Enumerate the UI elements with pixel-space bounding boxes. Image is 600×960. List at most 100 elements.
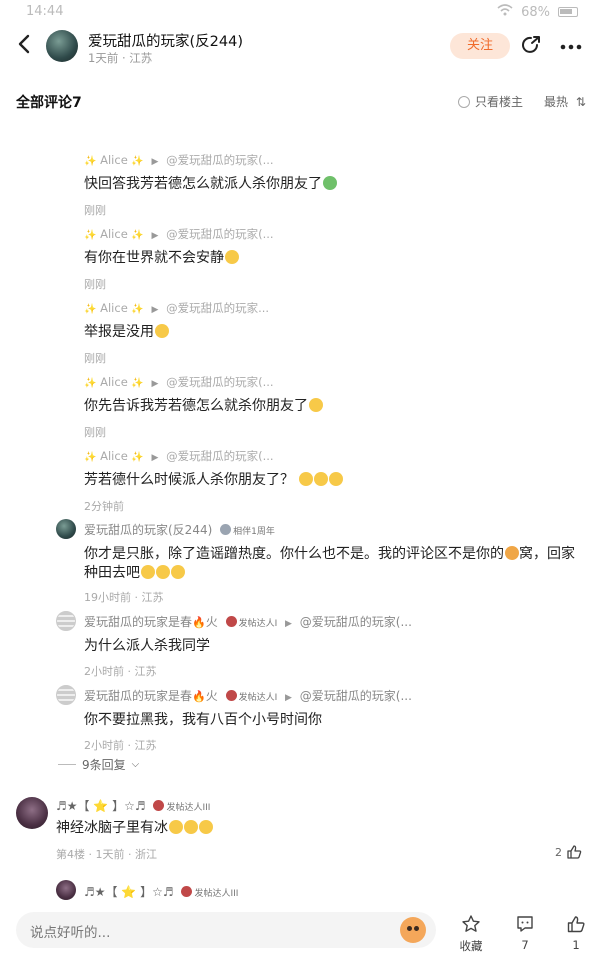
comment-header: ♬★【 ⭐ 】☆♬ 发帖达人III (84, 883, 238, 900)
badge-label: 发帖达人I (238, 619, 278, 629)
badge-label: 发帖达人III (166, 803, 211, 813)
star-icon (462, 915, 480, 932)
like-count: 1 (572, 938, 580, 952)
op-reply-line2: 种田去吧 (84, 565, 140, 581)
reply-author[interactable]: Alice (100, 153, 128, 167)
reply-author[interactable]: Alice (100, 375, 128, 389)
reply-text-content: 你先告诉我芳若德怎么就杀你朋友了 (84, 398, 308, 414)
reply-target[interactable]: @爱玩甜瓜的玩家(... (166, 449, 273, 463)
reply-text-content: 有你在世界就不会安静 (84, 250, 224, 266)
reply-text[interactable]: 芳若德什么时候派人杀你朋友了？ (84, 469, 344, 489)
reply-time: 刚刚 (84, 426, 106, 439)
grin-emoji-icon (225, 250, 239, 264)
poster-badge: 发帖达人III (153, 800, 210, 813)
reply-avatar[interactable] (56, 685, 76, 705)
badge-icon (225, 616, 237, 627)
collect-button[interactable]: 收藏 (451, 914, 491, 954)
op-reply-text[interactable]: 你才是只胀，除了造谣蹭热度。你什么也不是。我的评论区不是你的 窝，回家 (84, 543, 575, 563)
reply-author[interactable]: Alice (100, 449, 128, 463)
op-avatar[interactable] (56, 519, 76, 539)
only-op-toggle[interactable]: 只看楼主 (458, 93, 523, 110)
author-avatar[interactable] (46, 30, 78, 62)
badge-label: 相伴1周年 (233, 527, 275, 537)
sparkle-icon: ✨ (131, 378, 144, 389)
sparkle-icon: ✨ (131, 156, 144, 167)
op-reply-line1b: 窝，回家 (519, 546, 575, 562)
reply-text-content: 快回答我芳若德怎么就派人杀你朋友了 (84, 176, 322, 192)
sort-selector[interactable]: 最热 ⇅ (544, 93, 586, 110)
like-button[interactable]: 1 (556, 914, 596, 952)
op-reply-text-line2[interactable]: 种田去吧 (84, 562, 185, 582)
reply-author[interactable]: Alice (100, 227, 128, 241)
reply-arrow-icon: ▶ (285, 619, 292, 629)
reply-target[interactable]: @爱玩甜瓜的玩家(... (166, 227, 273, 241)
sparkle-icon: ✨ (131, 304, 144, 315)
commenter-name[interactable]: ♬★【 ⭐ 】☆♬ (84, 885, 174, 899)
reply-author[interactable]: 爱玩甜瓜的玩家是春 (84, 689, 192, 703)
status-right: 68% (497, 4, 578, 20)
grin-emoji-icon (155, 324, 169, 338)
reply-arrow-icon: ▶ (151, 453, 159, 463)
reply-text[interactable]: 你先告诉我芳若德怎么就杀你朋友了 (84, 395, 323, 415)
commenter-name[interactable]: ♬★【 ⭐ 】☆♬ (56, 799, 146, 813)
reply-text[interactable]: 有你在世界就不会安静 (84, 247, 239, 267)
reply-text[interactable]: 举报是没用 (84, 321, 169, 341)
share-icon[interactable] (520, 34, 542, 56)
op-reply-header: 爱玩甜瓜的玩家(反244) 相伴1周年 (84, 521, 275, 538)
reply-arrow-icon: ▶ (151, 157, 159, 167)
sparkle-icon: ✨ (84, 304, 97, 315)
mascot-emoji-icon[interactable] (400, 917, 426, 943)
op-name[interactable]: 爱玩甜瓜的玩家(反244) (84, 523, 212, 537)
reply-target[interactable]: @爱玩甜瓜的玩家... (166, 301, 269, 315)
reply-target[interactable]: @爱玩甜瓜的玩家(... (300, 689, 412, 703)
badge-icon (220, 524, 232, 535)
reply-author[interactable]: Alice (100, 301, 128, 315)
fire-label: 火 (205, 615, 218, 629)
sparkle-icon: ✨ (84, 378, 97, 389)
comments-button[interactable]: 7 (505, 914, 545, 952)
reply-target[interactable]: @爱玩甜瓜的玩家(... (166, 153, 273, 167)
commenter-avatar[interactable] (56, 880, 76, 900)
sparkle-icon: ✨ (131, 452, 144, 463)
more-options-icon[interactable] (560, 36, 582, 50)
confused-emoji-icon (299, 472, 314, 486)
eye-roll-emoji-icon (184, 820, 198, 834)
comment-like-count: 2 (555, 846, 562, 859)
reply-author[interactable]: 爱玩甜瓜的玩家是春 (84, 615, 192, 629)
badge-icon (225, 690, 237, 701)
reply-text-content: 芳若德什么时候派人杀你朋友了？ (84, 472, 294, 488)
anniversary-badge: 相伴1周年 (220, 524, 275, 537)
comments-section-header: 全部评论7 只看楼主 最热 ⇅ (0, 90, 600, 112)
divider (58, 764, 76, 765)
laugh-emoji-icon (171, 565, 185, 579)
reply-header: 爱玩甜瓜的玩家是春🔥火 发帖达人I ▶ @爱玩甜瓜的玩家(... (84, 687, 412, 704)
comment-count: 7 (521, 938, 529, 952)
sparkle-icon: ✨ (84, 452, 97, 463)
fire-icon: 🔥 (192, 690, 206, 703)
thumbs-up-icon (567, 916, 585, 933)
post-time-location: 1天前 · 江苏 (88, 51, 153, 65)
comment-text[interactable]: 神经冰脑子里有冰 (56, 817, 213, 837)
thumbs-up-icon[interactable] (566, 844, 582, 860)
author-name[interactable]: 爱玩甜瓜的玩家(反244) (88, 30, 243, 51)
battery-icon (558, 7, 578, 17)
follow-button[interactable]: 关注 (450, 33, 510, 59)
fire-icon: 🔥 (192, 616, 206, 629)
only-op-label: 只看楼主 (475, 95, 524, 109)
chevron-down-icon: ⌵ (131, 759, 140, 770)
fire-label: 火 (205, 689, 218, 703)
reply-text[interactable]: 快回答我芳若德怎么就派人杀你朋友了 (84, 173, 337, 193)
reply-avatar[interactable] (56, 611, 76, 631)
reply-target[interactable]: @爱玩甜瓜的玩家(... (300, 615, 412, 629)
comment-input[interactable]: 说点好听的... (16, 912, 436, 948)
comment-header: ♬★【 ⭐ 】☆♬ 发帖达人III (56, 797, 210, 814)
badge-icon (181, 886, 193, 897)
comment-input-placeholder: 说点好听的... (30, 925, 111, 941)
reply-arrow-icon: ▶ (151, 379, 159, 389)
reply-target[interactable]: @爱玩甜瓜的玩家(... (166, 375, 273, 389)
commenter-avatar[interactable] (16, 797, 48, 829)
reply-text[interactable]: 你不要拉黑我，我有八百个小号时间你 (84, 709, 322, 729)
back-button[interactable] (10, 32, 38, 62)
reply-text[interactable]: 为什么派人杀我同学 (84, 635, 210, 655)
expand-replies-button[interactable]: 9条回复 ⌵ (58, 756, 139, 773)
